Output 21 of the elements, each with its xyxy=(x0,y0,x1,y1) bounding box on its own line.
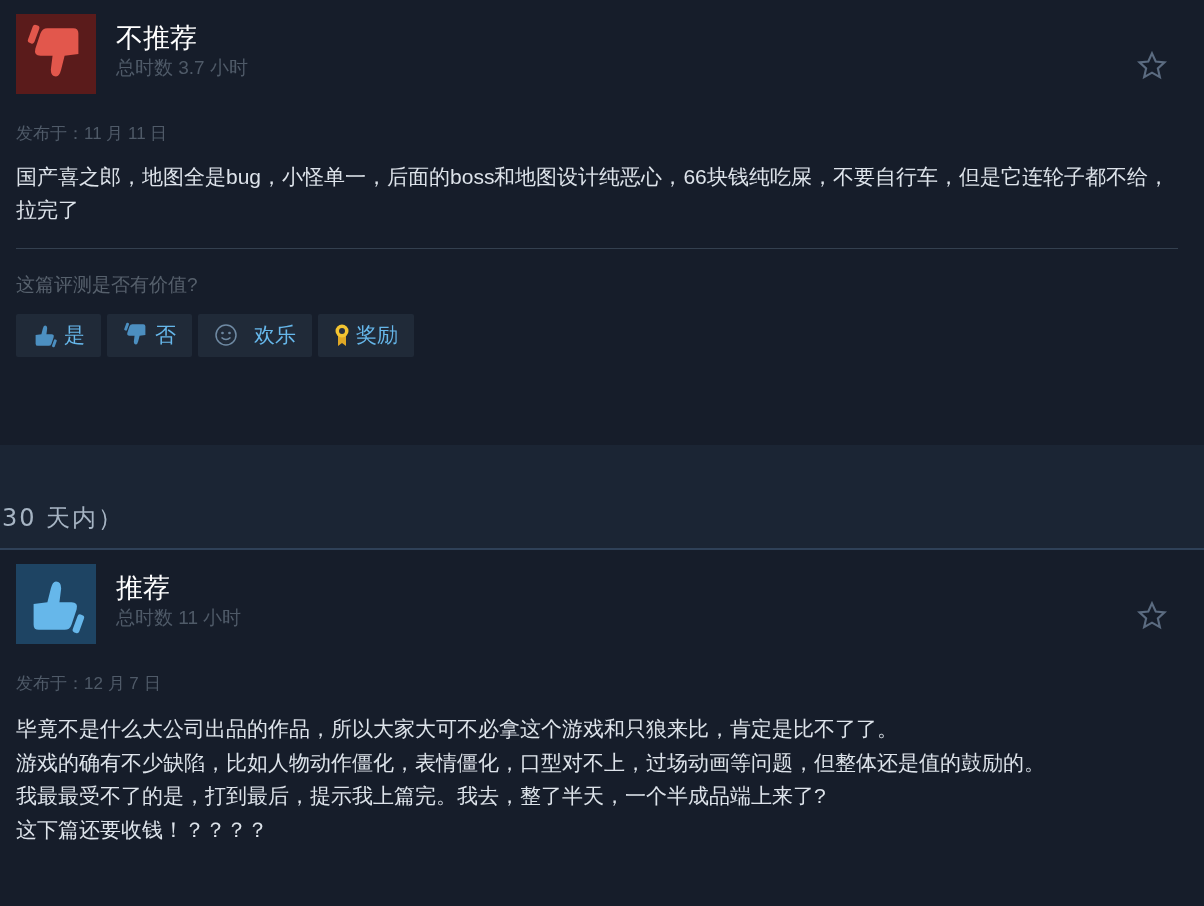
helpful-prompt: 这篇评测是否有价值? xyxy=(16,274,198,295)
section-heading: 30 天内） xyxy=(2,503,125,534)
star-icon[interactable] xyxy=(1136,50,1168,82)
vote-button[interactable]: 否 xyxy=(107,313,192,357)
posted-date: 发布于：11 月 11 日 xyxy=(16,124,168,143)
medal-icon xyxy=(334,323,350,347)
review-text: 这下篇还要收钱！？？？？ xyxy=(16,816,269,843)
vote-button[interactable]: 是 xyxy=(16,313,101,357)
vote-button[interactable]: 欢乐 xyxy=(198,313,312,357)
playtime: 总时数 3.7 小时 xyxy=(116,56,248,80)
posted-date: 发布于：12 月 7 日 xyxy=(16,674,161,693)
review-text: 毕竟不是什么大公司出品的作品，所以大家大可不必拿这个游戏和只狼来比，肯定是比不了了。 xyxy=(16,716,899,742)
playtime: 总时数 11 小时 xyxy=(116,606,242,630)
review-verdict: 不推荐 xyxy=(116,22,197,55)
star-icon[interactable] xyxy=(1136,600,1168,632)
review-text: 国产喜之郎，地图全是bug，小怪单一，后面的boss和地图设计纯恶心，66块钱纯吃屎，不要自行车，但是它连轮子都不给，拉完了 xyxy=(16,164,1170,223)
vote-button[interactable]: 奖励 xyxy=(318,313,414,357)
review-verdict: 推荐 xyxy=(116,572,170,605)
review-text: 我最最受不了的是，打到最后，提示我上篇完。我去，整了半天，一个半成品端上来了? xyxy=(16,783,827,809)
review-text: 游戏的确有不少缺陷，比如人物动作僵化，表情僵化，口型对不上，过场动画等问题，但整体还是值的鼓励的。 xyxy=(16,749,1046,776)
smiley-icon xyxy=(214,323,238,347)
